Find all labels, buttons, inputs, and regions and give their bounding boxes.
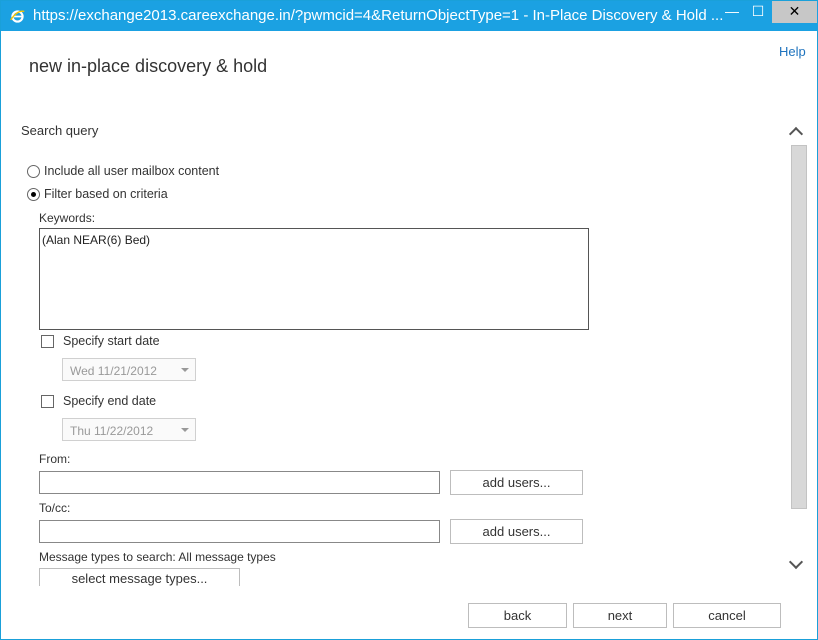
dialog-window: https://exchange2013.careexchange.in/?pw… xyxy=(0,0,818,640)
title-bar: https://exchange2013.careexchange.in/?pw… xyxy=(1,1,818,31)
start-date-label: Specify start date xyxy=(63,334,160,348)
page-title: new in-place discovery & hold xyxy=(29,56,268,76)
start-date-option[interactable]: Specify start date xyxy=(41,334,160,348)
back-button[interactable]: back xyxy=(468,603,567,628)
from-input[interactable] xyxy=(39,471,440,494)
message-types-value: All message types xyxy=(178,550,276,564)
start-date-picker[interactable]: Wed 11/21/2012 xyxy=(62,358,196,381)
from-label: From: xyxy=(39,452,71,466)
filter-criteria-option[interactable]: Filter based on criteria xyxy=(27,187,168,201)
include-all-label: Include all user mailbox content xyxy=(44,164,220,178)
section-title: Search query xyxy=(21,123,99,138)
end-date-label: Specify end date xyxy=(63,394,157,408)
dropdown-caret-icon xyxy=(181,428,189,432)
start-date-value: Wed 11/21/2012 xyxy=(70,364,157,378)
window-title: https://exchange2013.careexchange.in/?pw… xyxy=(33,7,723,24)
end-date-option[interactable]: Specify end date xyxy=(41,394,156,408)
internet-explorer-icon xyxy=(10,10,25,23)
help-link[interactable]: Help xyxy=(779,44,806,59)
cancel-button[interactable]: cancel xyxy=(673,603,781,628)
end-date-checkbox[interactable] xyxy=(41,394,54,408)
scrollbar-thumb[interactable] xyxy=(791,145,807,509)
radio-button[interactable] xyxy=(27,164,40,178)
next-button[interactable]: next xyxy=(573,603,667,628)
maximize-button[interactable]: ☐ xyxy=(744,1,772,23)
message-types-label: Message types to search: xyxy=(39,550,176,564)
tocc-input[interactable] xyxy=(39,520,440,543)
close-button[interactable]: ✕ xyxy=(772,1,817,23)
include-all-option[interactable]: Include all user mailbox content xyxy=(27,164,219,178)
chevron-up-icon[interactable] xyxy=(788,126,804,142)
message-types-summary: Message types to search: All message typ… xyxy=(39,550,276,564)
chevron-down-icon[interactable] xyxy=(788,554,804,570)
start-date-checkbox[interactable] xyxy=(41,334,54,348)
end-date-value: Thu 11/22/2012 xyxy=(70,424,154,438)
dropdown-caret-icon xyxy=(181,368,189,372)
minimize-button[interactable]: — xyxy=(718,1,746,23)
filter-criteria-label: Filter based on criteria xyxy=(44,187,168,201)
end-date-picker[interactable]: Thu 11/22/2012 xyxy=(62,418,196,441)
keywords-textarea[interactable]: (Alan NEAR(6) Bed) xyxy=(39,228,589,330)
tocc-label: To/cc: xyxy=(39,501,71,515)
radio-button-selected[interactable] xyxy=(27,187,40,201)
keywords-label: Keywords: xyxy=(39,211,96,225)
tocc-add-users-button[interactable]: add users... xyxy=(450,519,583,544)
from-add-users-button[interactable]: add users... xyxy=(450,470,583,495)
select-message-types-button[interactable]: select message types... xyxy=(39,568,240,586)
